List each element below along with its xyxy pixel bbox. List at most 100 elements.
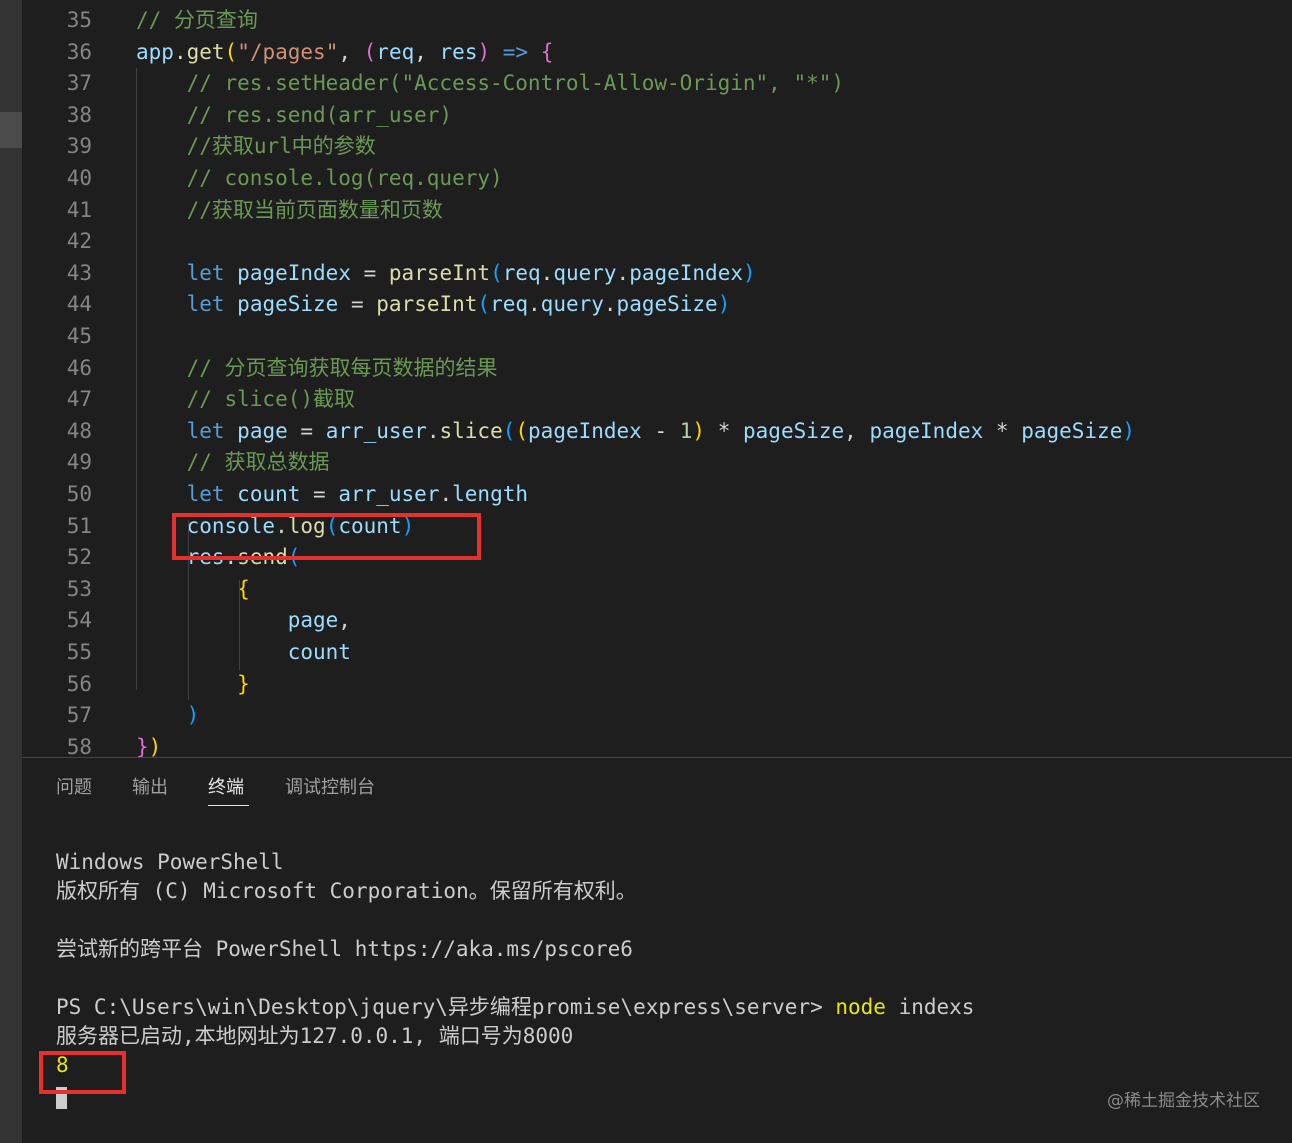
code-token: query — [540, 292, 604, 317]
code-line[interactable]: 46 // 分页查询获取每页数据的结果 — [22, 353, 1292, 384]
code-token: ) — [186, 703, 200, 728]
line-number: 51 — [66, 513, 92, 538]
line-number: 44 — [66, 292, 92, 317]
code-line[interactable]: 57 ) — [22, 700, 1292, 731]
code-line[interactable]: 44 let pageSize = parseInt(req.query.pag… — [22, 289, 1292, 320]
code-line[interactable]: 48 let page = arr_user.slice((pageIndex … — [22, 416, 1292, 447]
code-token: // 获取总数据 — [136, 450, 330, 475]
bottom-panel: 问题 输出 终端 调试控制台 Windows PowerShell 版权所有 (… — [22, 758, 1292, 1143]
terminal-command-arg: indexs — [885, 995, 975, 1019]
code-token: res — [439, 39, 478, 64]
code-line[interactable]: 36 app.get("/pages", (req, res) => { — [22, 37, 1292, 68]
code-text: // res.setHeader("Access-Control-Allow-O… — [136, 68, 844, 99]
line-number: 41 — [66, 197, 92, 222]
line-number: 38 — [66, 102, 92, 127]
code-token: "/pages" — [237, 39, 339, 64]
code-line[interactable]: 41 //获取当前页面数量和页数 — [22, 195, 1292, 226]
code-token: . — [173, 39, 187, 64]
line-number: 43 — [66, 260, 92, 285]
code-token: pageSize — [616, 292, 718, 317]
line-number: 50 — [66, 482, 92, 506]
tab-terminal[interactable]: 终端 — [208, 776, 244, 800]
activity-bar-active-marker — [0, 112, 22, 148]
code-line[interactable]: 58}) — [22, 732, 1292, 757]
line-number: 36 — [66, 39, 92, 64]
line-number: 47 — [66, 387, 92, 412]
code-token: , — [844, 418, 870, 443]
code-line[interactable]: 56 } — [22, 669, 1292, 700]
code-token: . — [528, 292, 541, 317]
line-number: 53 — [66, 576, 92, 601]
code-line[interactable]: 43 let pageIndex = parseInt(req.query.pa… — [22, 258, 1292, 289]
code-line[interactable]: 54 page, — [22, 605, 1292, 636]
code-token: = — [338, 292, 377, 317]
code-token: parseInt — [388, 260, 491, 285]
code-line[interactable]: 53 { — [22, 574, 1292, 605]
line-number: 40 — [66, 166, 92, 190]
code-token: => — [502, 39, 529, 64]
code-line[interactable]: 37 // res.setHeader("Access-Control-Allo… — [22, 68, 1292, 99]
terminal-command-line: PS C:\Users\win\Desktop\jquery\异步编程promi… — [56, 993, 974, 1022]
code-token: //获取url中的参数 — [136, 134, 376, 159]
code-line[interactable]: 39 //获取url中的参数 — [22, 131, 1292, 162]
code-line[interactable]: 35 // 分页查询 — [22, 5, 1292, 36]
code-token: let — [186, 482, 225, 506]
terminal-command: node — [835, 995, 886, 1019]
code-text: count — [136, 637, 351, 668]
terminal-banner-hint: 尝试新的跨平台 PowerShell https://aka.ms/pscore… — [56, 937, 633, 961]
tab-output[interactable]: 输出 — [132, 776, 168, 800]
code-editor[interactable]: 35 // 分页查询 36 app.get("/pages", (req, res) … — [22, 0, 1292, 757]
code-line[interactable]: 47 // slice()截取 — [22, 384, 1292, 415]
code-token: query — [553, 260, 617, 285]
code-token: length — [452, 482, 528, 506]
code-token: // slice()截取 — [136, 387, 356, 412]
code-token: * — [705, 418, 744, 443]
code-line[interactable]: 45 — [22, 321, 1292, 352]
tab-problems[interactable]: 问题 — [56, 776, 92, 800]
highlight-box-terminal-output — [39, 1051, 126, 1094]
code-token: pageIndex — [629, 260, 743, 285]
code-token: . — [616, 260, 630, 285]
code-token: let — [186, 292, 225, 317]
code-text: //获取当前页面数量和页数 — [136, 195, 443, 226]
code-token: // console.log(req.query) — [136, 166, 503, 190]
code-token: ) — [1122, 418, 1136, 443]
activity-bar — [0, 0, 22, 1143]
code-token: pageSize — [743, 418, 845, 443]
code-line[interactable]: 42 — [22, 226, 1292, 257]
code-line[interactable]: 38 // res.send(arr_user) — [22, 100, 1292, 131]
code-token: pageIndex — [237, 260, 351, 285]
code-token: //获取当前页面数量和页数 — [136, 197, 443, 222]
line-number: 35 — [66, 8, 92, 32]
terminal-prompt: PS C:\Users\win\Desktop\jquery\异步编程promi… — [56, 995, 836, 1019]
code-line[interactable]: 40 // console.log(req.query) — [22, 163, 1292, 194]
code-text: let pageSize = parseInt(req.query.pageSi… — [136, 289, 731, 320]
code-text: ) — [136, 700, 200, 731]
code-token: arr_user — [338, 482, 440, 506]
code-token: // 分页查询获取每页数据的结果 — [136, 355, 498, 380]
code-text: // 分页查询 — [136, 5, 258, 36]
line-number: 49 — [66, 450, 92, 475]
code-token: } — [136, 734, 149, 757]
watermark: @稀土掘金技术社区 — [1107, 1091, 1260, 1111]
code-token: pageIndex — [528, 418, 642, 443]
code-text: // 获取总数据 — [136, 447, 330, 478]
code-text: }) — [136, 732, 161, 757]
highlight-box-console-log — [172, 513, 481, 560]
code-token: ) — [742, 260, 756, 285]
tab-debug-console[interactable]: 调试控制台 — [285, 776, 375, 800]
code-text: } — [136, 669, 250, 700]
code-line[interactable]: 50 let count = arr_user.length — [22, 479, 1292, 510]
code-token: app — [136, 39, 174, 64]
code-token: // res.setHeader("Access-Control-Allow-O… — [136, 71, 845, 96]
indent-guide — [136, 68, 137, 690]
code-token: slice — [439, 418, 503, 443]
code-line[interactable]: 49 // 获取总数据 — [22, 447, 1292, 478]
code-line[interactable]: 55 count — [22, 637, 1292, 668]
